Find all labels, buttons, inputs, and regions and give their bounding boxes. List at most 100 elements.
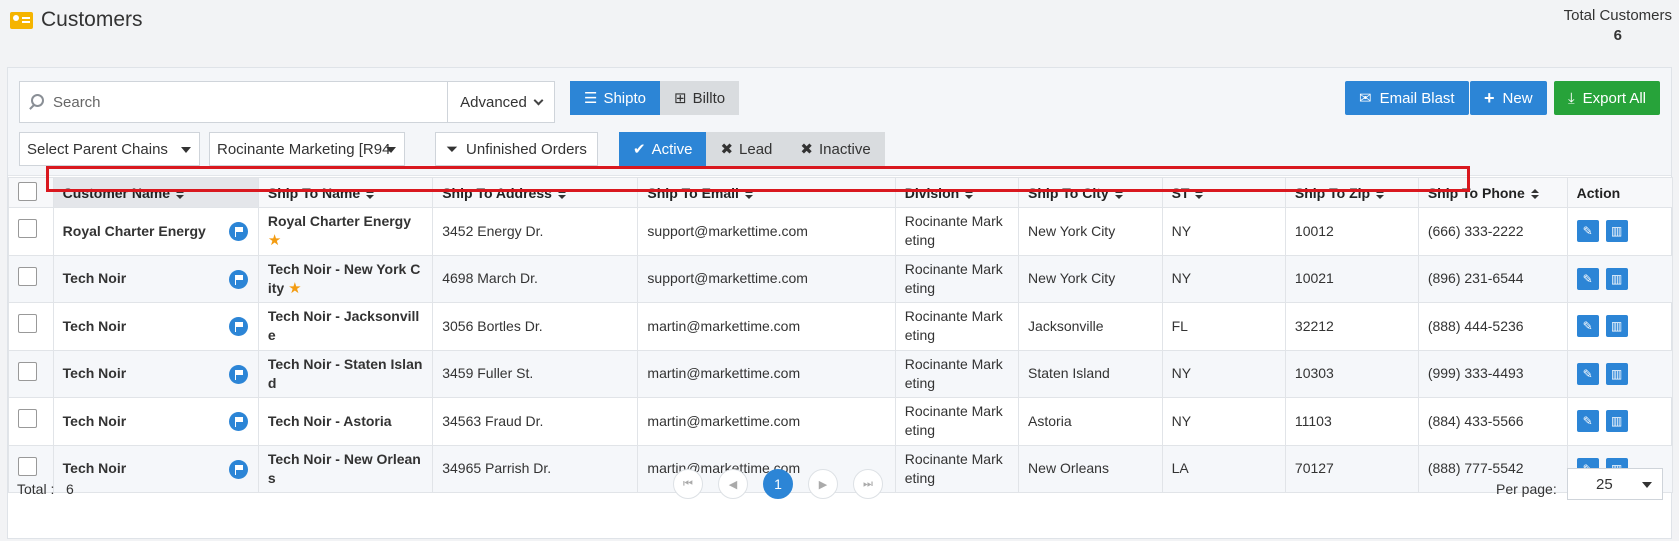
email-blast-button[interactable]: ✉ Email Blast <box>1345 81 1469 115</box>
customer-name-cell[interactable]: Tech Noir <box>52 302 259 351</box>
chart-icon[interactable]: ▥ <box>1605 362 1628 385</box>
ship-to-city-cell: Astoria <box>1018 397 1163 446</box>
row-checkbox[interactable] <box>18 266 37 286</box>
status-inactive-label: Inactive <box>818 140 871 158</box>
view-toggle: ☰ Shipto ⊞ Billto <box>570 81 740 115</box>
close-icon: ✖ <box>800 141 813 158</box>
edit-icon[interactable]: ✎ <box>1576 220 1599 243</box>
division-cell: Rocinante Marketing <box>894 302 1020 351</box>
status-lead[interactable]: ✖ Lead <box>706 132 787 166</box>
flag-icon[interactable] <box>228 317 248 336</box>
row-checkbox[interactable] <box>18 409 37 429</box>
per-page-select[interactable]: 25 <box>1567 468 1663 500</box>
table-row[interactable]: Tech Noir Tech Noir - Staten Island 3459 F… <box>8 349 1674 398</box>
edit-icon[interactable]: ✎ <box>1576 362 1599 385</box>
header-st[interactable]: ST <box>1161 177 1286 208</box>
customers-panel: Advanced ☰ Shipto ⊞ Billto ✉ Email Blast… <box>7 67 1674 539</box>
page-button-current[interactable]: 1 <box>763 469 793 499</box>
page-header: Customers Total Customers 6 <box>0 0 1679 62</box>
chart-icon[interactable]: ▥ <box>1605 220 1628 243</box>
export-all-button[interactable]: ⤓ Export All <box>1554 81 1661 115</box>
rep-select[interactable]: Rocinante Marketing [R94 <box>209 132 405 166</box>
ship-to-phone-cell: (888) 444-5236 <box>1417 302 1568 351</box>
chart-icon[interactable]: ▥ <box>1605 267 1628 290</box>
ship-to-address-cell: 3459 Fuller St. <box>432 349 639 398</box>
ship-to-name: Royal Charter Energy <box>267 213 412 230</box>
ship-to-name-cell[interactable]: Royal Charter Energy ★ <box>257 207 434 256</box>
header-ship-to-city[interactable]: Ship To City <box>1018 177 1163 208</box>
header-ship-to-zip[interactable]: Ship To Zip <box>1284 177 1419 208</box>
edit-icon[interactable]: ✎ <box>1576 267 1599 290</box>
sort-icon <box>745 189 753 199</box>
customer-name: Tech Noir <box>62 317 127 334</box>
status-active[interactable]: ✔ Active <box>619 132 707 166</box>
ship-to-zip-cell: 32212 <box>1284 302 1419 351</box>
next-page-button[interactable]: ▶ <box>808 469 838 499</box>
tab-shipto[interactable]: ☰ Shipto <box>570 81 660 115</box>
ship-to-name: Tech Noir - Astoria <box>267 412 392 429</box>
search-input[interactable] <box>53 82 433 122</box>
header-customer-name[interactable]: Customer Name <box>52 177 259 208</box>
chart-icon[interactable]: ▥ <box>1605 410 1628 433</box>
ship-to-address-cell: 34563 Fraud Dr. <box>432 397 639 446</box>
ship-to-name-cell[interactable]: Tech Noir - Jacksonville <box>257 302 434 351</box>
header-label: Ship To Address <box>442 184 552 201</box>
parent-chains-select[interactable]: Select Parent Chains <box>19 132 200 166</box>
row-select-cell <box>8 207 54 256</box>
row-checkbox[interactable] <box>18 361 37 381</box>
flag-icon[interactable] <box>228 222 248 241</box>
sort-icon <box>1376 189 1384 199</box>
customer-name-cell[interactable]: Royal Charter Energy <box>52 207 259 256</box>
flag-icon[interactable] <box>228 364 248 384</box>
customer-name-cell[interactable]: Tech Noir <box>52 254 259 303</box>
per-page-value: 25 <box>1596 475 1613 493</box>
star-icon: ★ <box>267 232 282 250</box>
ship-to-name-cell[interactable]: Tech Noir - Astoria <box>257 397 434 446</box>
prev-page-button[interactable]: ◀ <box>718 469 748 499</box>
table-row[interactable]: Tech Noir Tech Noir - New York City ★ 4698… <box>8 254 1674 303</box>
header-division[interactable]: Division <box>894 177 1020 208</box>
new-button[interactable]: + New <box>1470 81 1547 115</box>
customer-name-cell[interactable]: Tech Noir <box>52 397 259 446</box>
advanced-search-button[interactable]: Advanced <box>448 81 555 123</box>
unfinished-orders-button[interactable]: ⏷ Unfinished Orders <box>435 132 598 166</box>
per-page-label: Per page: <box>1496 481 1557 497</box>
ship-to-zip-cell: 10303 <box>1284 349 1419 398</box>
row-checkbox[interactable] <box>18 314 37 334</box>
customer-name-cell[interactable]: Tech Noir <box>52 349 259 398</box>
ship-to-name-cell[interactable]: Tech Noir - New York City ★ <box>257 254 434 303</box>
table-row[interactable]: Tech Noir Tech Noir - Astoria 34563 Fraud … <box>8 397 1674 446</box>
table-row[interactable]: Tech Noir Tech Noir - Jacksonville 3056 Bo… <box>8 302 1674 351</box>
star-icon: ★ <box>288 279 302 297</box>
flag-icon[interactable] <box>228 269 248 289</box>
total-customers: Total Customers 6 <box>1564 6 1672 46</box>
customer-name: Tech Noir <box>62 412 127 429</box>
status-inactive[interactable]: ✖ Inactive <box>786 132 885 166</box>
edit-icon[interactable]: ✎ <box>1576 315 1599 338</box>
header-label: Ship To Phone <box>1427 184 1525 201</box>
caret-down-icon <box>1642 482 1652 488</box>
page-title: Customers <box>41 8 143 31</box>
header-label: Customer Name <box>62 184 171 201</box>
first-page-button[interactable]: ⏮ <box>673 469 703 499</box>
division-cell: Rocinante Marketing <box>894 349 1020 398</box>
search-box[interactable] <box>19 81 448 123</box>
ship-to-name-cell[interactable]: Tech Noir - Staten Island <box>257 349 434 398</box>
header-ship-to-name[interactable]: Ship To Name <box>257 177 434 208</box>
chart-icon[interactable]: ▥ <box>1605 315 1628 338</box>
sort-icon <box>558 189 566 199</box>
header-ship-to-phone[interactable]: Ship To Phone <box>1417 177 1568 208</box>
last-page-button[interactable]: ⏭ <box>853 469 883 499</box>
header-ship-to-address[interactable]: Ship To Address <box>432 177 639 208</box>
edit-icon[interactable]: ✎ <box>1576 410 1599 433</box>
row-checkbox[interactable] <box>18 219 37 239</box>
ship-to-email-cell: martin@markettime.com <box>637 349 896 398</box>
tab-billto[interactable]: ⊞ Billto <box>660 81 740 115</box>
select-all-checkbox[interactable] <box>18 181 37 201</box>
header-ship-to-email[interactable]: Ship To Email <box>637 177 896 208</box>
flag-icon[interactable] <box>228 412 248 431</box>
table-row[interactable]: Royal Charter Energy Royal Charter Energy… <box>8 207 1674 256</box>
ship-to-zip-cell: 10012 <box>1284 207 1419 256</box>
footer-total: Total : 6 <box>17 481 74 497</box>
action-cell: ✎▥ <box>1566 254 1674 303</box>
